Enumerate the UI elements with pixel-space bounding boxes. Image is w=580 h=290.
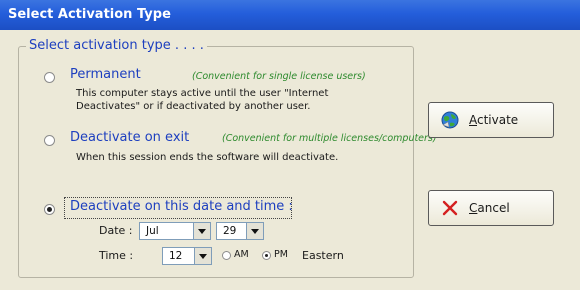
day-select[interactable]: 29 — [216, 222, 264, 240]
activation-dialog: Select Activation Type Select activation… — [0, 0, 580, 290]
cancel-button[interactable]: Cancel — [428, 190, 554, 226]
globe-icon — [441, 111, 459, 129]
month-dropdown-arrow-icon[interactable] — [193, 223, 210, 239]
date-label: Date : — [99, 224, 133, 237]
deactivate-on-exit-hint: (Convenient for multiple licenses/comput… — [222, 133, 437, 144]
deactivate-on-exit-description: When this session ends the software will… — [76, 152, 339, 163]
radio-am[interactable] — [222, 251, 231, 260]
permanent-hint: (Convenient for single license users) — [192, 71, 366, 82]
radio-pm[interactable] — [262, 251, 271, 260]
group-legend: Select activation type . . . . — [26, 38, 207, 53]
window-title: Select Activation Type — [8, 7, 171, 22]
pm-label[interactable]: PM — [274, 249, 288, 260]
am-label[interactable]: AM — [234, 249, 249, 260]
radio-deactivate-on-date[interactable] — [44, 204, 55, 215]
radio-deactivate-on-exit[interactable] — [44, 135, 55, 146]
time-label: Time : — [99, 249, 134, 262]
month-select[interactable]: Jul — [139, 222, 211, 240]
month-value: Jul — [146, 225, 159, 237]
permanent-description-line2: Deactivates" or if deactivated by anothe… — [76, 101, 311, 112]
cancel-button-label: Cancel — [469, 201, 510, 215]
timezone-label: Eastern — [302, 249, 344, 262]
radio-permanent[interactable] — [44, 72, 55, 83]
permanent-description-line1: This computer stays active until the use… — [76, 88, 329, 99]
activate-button-label: Activate — [469, 113, 519, 127]
hour-select[interactable]: 12 — [162, 247, 212, 265]
day-value: 29 — [223, 225, 237, 237]
deactivate-on-exit-label[interactable]: Deactivate on exit — [70, 130, 189, 145]
hour-value: 12 — [169, 250, 183, 262]
day-dropdown-arrow-icon[interactable] — [246, 223, 263, 239]
red-x-icon — [442, 200, 458, 216]
activate-button[interactable]: Activate — [428, 102, 554, 138]
deactivate-on-date-label[interactable]: Deactivate on this date and time : — [70, 199, 293, 214]
permanent-label[interactable]: Permanent — [70, 67, 141, 82]
hour-dropdown-arrow-icon[interactable] — [194, 248, 211, 264]
title-bar: Select Activation Type — [0, 0, 580, 30]
